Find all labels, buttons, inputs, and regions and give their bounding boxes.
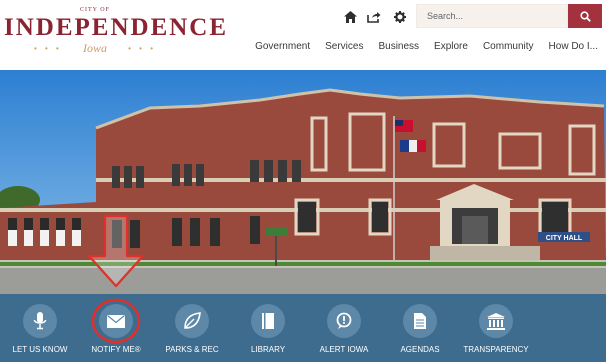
quick-link-label: PARKS & REC (165, 345, 219, 354)
quick-link-library[interactable]: LIBRARY (228, 300, 308, 360)
alert-bubble-icon (336, 312, 352, 329)
nav-item-explore[interactable]: Explore (434, 40, 468, 54)
quick-link-agendas[interactable]: AGENDAS (380, 300, 460, 360)
city-logo[interactable]: CITY OF INDEPENDENCE • • • Iowa • • • (4, 4, 229, 62)
logo-city-of: CITY OF (80, 7, 110, 13)
quick-link-circle (23, 304, 57, 338)
quick-link-label: AGENDAS (400, 345, 440, 354)
quick-link-circle (479, 304, 513, 338)
logo-ornament-right: • • • (128, 44, 156, 53)
leaf-icon (184, 312, 201, 329)
quick-link-alert-iowa[interactable]: ALERT IOWA (304, 300, 384, 360)
quick-link-parks-rec[interactable]: PARKS & REC (152, 300, 232, 360)
quick-links-bar: LET US KNOW NOTIFY ME® PARKS & REC LIBRA… (0, 294, 606, 362)
logo-state: Iowa (83, 41, 107, 55)
microphone-icon (33, 312, 47, 330)
city-hall-sign: CITY HALL (546, 235, 583, 242)
share-icon[interactable] (366, 9, 382, 25)
quick-link-label: TRANSPARENCY (463, 345, 529, 354)
logo-city-name: INDEPENDENCE (4, 14, 229, 41)
nav-item-government[interactable]: Government (255, 40, 310, 54)
quick-link-let-us-know[interactable]: LET US KNOW (0, 300, 80, 360)
main-nav: Government Services Business Explore Com… (255, 40, 598, 54)
search-input[interactable] (416, 4, 568, 28)
hero-image-city-hall: CITY HALL (0, 70, 606, 294)
nav-item-how-do-i[interactable]: How Do I... (549, 40, 598, 54)
quick-link-label: NOTIFY ME® (91, 345, 141, 354)
quick-link-notify-me[interactable]: NOTIFY ME® (76, 300, 156, 360)
quick-link-circle (327, 304, 361, 338)
document-icon (414, 313, 426, 329)
nav-item-community[interactable]: Community (483, 40, 534, 54)
nav-item-business[interactable]: Business (378, 40, 419, 54)
quick-link-circle (251, 304, 285, 338)
home-icon[interactable] (342, 9, 358, 25)
site-header: CITY OF INDEPENDENCE • • • Iowa • • • Go… (0, 0, 606, 70)
gear-icon[interactable] (392, 9, 408, 25)
quick-link-circle (175, 304, 209, 338)
quick-link-circle (403, 304, 437, 338)
quick-link-transparency[interactable]: TRANSPARENCY (456, 300, 536, 360)
book-icon (262, 313, 274, 329)
quick-link-circle (99, 304, 133, 338)
envelope-icon (107, 314, 125, 328)
nav-item-services[interactable]: Services (325, 40, 363, 54)
quick-link-label: ALERT IOWA (319, 345, 369, 354)
building-icon (487, 312, 505, 330)
quick-link-label: LIBRARY (250, 345, 286, 354)
search-icon (579, 10, 591, 22)
search-button[interactable] (568, 4, 602, 28)
